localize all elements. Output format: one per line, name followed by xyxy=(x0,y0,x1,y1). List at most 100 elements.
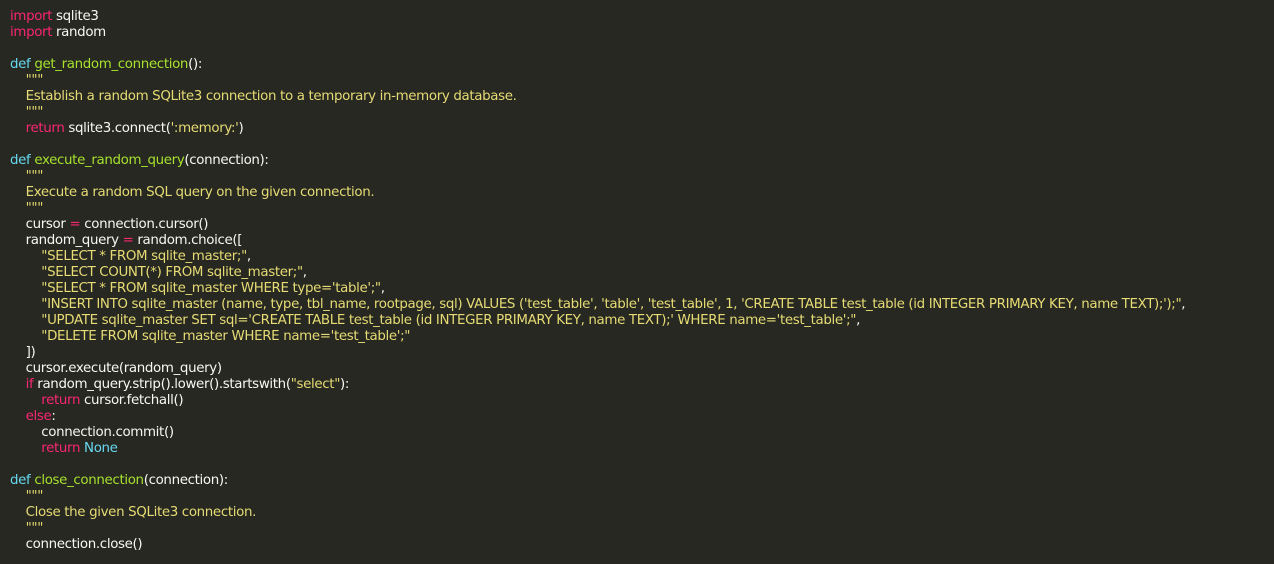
code-line: else: xyxy=(10,409,1274,425)
code-token: "UPDATE sqlite_master SET sql='CREATE TA… xyxy=(41,313,857,328)
code-token: connection.commit() xyxy=(10,425,174,440)
code-line: """ xyxy=(10,105,1274,121)
code-token: sqlite3.connect( xyxy=(64,121,171,136)
code-token: connection.cursor() xyxy=(80,217,209,232)
code-line: "SELECT COUNT(*) FROM sqlite_master;", xyxy=(10,265,1274,281)
code-token: cursor xyxy=(10,217,70,232)
code-token: return xyxy=(41,441,81,456)
code-token: "SELECT COUNT(*) FROM sqlite_master;" xyxy=(41,265,303,280)
code-line: "DELETE FROM sqlite_master WHERE name='t… xyxy=(10,329,1274,345)
code-token: ]) xyxy=(10,345,36,360)
code-line: import sqlite3 xyxy=(10,9,1274,25)
code-line: Establish a random SQLite3 connection to… xyxy=(10,89,1274,105)
code-token: = xyxy=(69,217,81,232)
code-token: Close the given SQLite3 connection. xyxy=(10,505,257,520)
code-editor[interactable]: import sqlite3 import random def get_rando… xyxy=(0,0,1274,564)
code-line: return cursor.fetchall() xyxy=(10,393,1274,409)
code-line: cursor = connection.cursor() xyxy=(10,217,1274,233)
code-token: def xyxy=(10,57,31,72)
code-token: sqlite3 xyxy=(52,9,99,24)
code-line: connection.close() xyxy=(10,537,1274,553)
code-token: , xyxy=(856,313,861,328)
code-line: "SELECT * FROM sqlite_master WHERE type=… xyxy=(10,281,1274,297)
code-token: """ xyxy=(10,105,44,120)
code-token: random xyxy=(52,25,106,40)
code-token: random_query xyxy=(10,233,123,248)
code-token: (connection): xyxy=(143,473,229,488)
code-token: get_random_connection xyxy=(34,57,189,72)
code-line: "SELECT * FROM sqlite_master;", xyxy=(10,249,1274,265)
code-token: "SELECT * FROM sqlite_master WHERE type=… xyxy=(41,281,381,296)
code-token: , xyxy=(246,249,251,264)
code-line: "UPDATE sqlite_master SET sql='CREATE TA… xyxy=(10,313,1274,329)
code-line: random_query = random.choice([ xyxy=(10,233,1274,249)
code-token: """ xyxy=(10,521,44,536)
code-line: def get_random_connection(): xyxy=(10,57,1274,73)
code-token: None xyxy=(84,441,118,456)
code-line: ]) xyxy=(10,345,1274,361)
code-line: if random_query.strip().lower().startswi… xyxy=(10,377,1274,393)
code-token: import xyxy=(10,9,53,24)
code-token: """ xyxy=(10,489,44,504)
code-token: def xyxy=(10,153,31,168)
code-token: """ xyxy=(10,169,44,184)
code-token: connection.close() xyxy=(10,537,143,552)
code-line: """ xyxy=(10,489,1274,505)
code-token: """ xyxy=(10,201,44,216)
code-token: = xyxy=(122,233,134,248)
code-line: Execute a random SQL query on the given … xyxy=(10,185,1274,201)
code-line: """ xyxy=(10,201,1274,217)
code-token: , xyxy=(302,265,307,280)
code-token: cursor.fetchall() xyxy=(80,393,184,408)
code-line: "INSERT INTO sqlite_master (name, type, … xyxy=(10,297,1274,313)
code-line: connection.commit() xyxy=(10,425,1274,441)
code-line: cursor.execute(random_query) xyxy=(10,361,1274,377)
code-token: ':memory:' xyxy=(170,121,239,136)
code-token: cursor.execute(random_query) xyxy=(10,361,222,376)
code-token: else xyxy=(25,409,52,424)
code-line: """ xyxy=(10,169,1274,185)
code-token: "select" xyxy=(290,377,341,392)
code-token: random_query.strip().lower().startswith( xyxy=(33,377,291,392)
code-token: execute_random_query xyxy=(34,153,185,168)
code-line: return None xyxy=(10,441,1274,457)
code-line: import random xyxy=(10,25,1274,41)
code-line: Close the given SQLite3 connection. xyxy=(10,505,1274,521)
code-token: : xyxy=(51,409,56,424)
code-token: return xyxy=(25,121,65,136)
code-token: , xyxy=(1181,297,1186,312)
code-line: return sqlite3.connect(':memory:') xyxy=(10,121,1274,137)
code-token: """ xyxy=(10,73,44,88)
code-token: "DELETE FROM sqlite_master WHERE name='t… xyxy=(41,329,411,344)
code-token: close_connection xyxy=(34,473,144,488)
code-token: "SELECT * FROM sqlite_master;" xyxy=(41,249,247,264)
code-line: """ xyxy=(10,521,1274,537)
code-line: """ xyxy=(10,73,1274,89)
code-token: (): xyxy=(188,57,202,72)
code-token: (connection): xyxy=(184,153,269,168)
code-token: ): xyxy=(340,377,350,392)
code-line: def close_connection(connection): xyxy=(10,473,1274,489)
code-token: ) xyxy=(238,121,244,136)
code-token: "INSERT INTO sqlite_master (name, type, … xyxy=(41,297,1182,312)
code-token: Establish a random SQLite3 connection to… xyxy=(10,89,517,104)
code-token: def xyxy=(10,473,31,488)
code-token: , xyxy=(380,281,385,296)
code-token: return xyxy=(41,393,81,408)
code-token: random.choice([ xyxy=(133,233,243,248)
code-token: Execute a random SQL query on the given … xyxy=(10,185,375,200)
